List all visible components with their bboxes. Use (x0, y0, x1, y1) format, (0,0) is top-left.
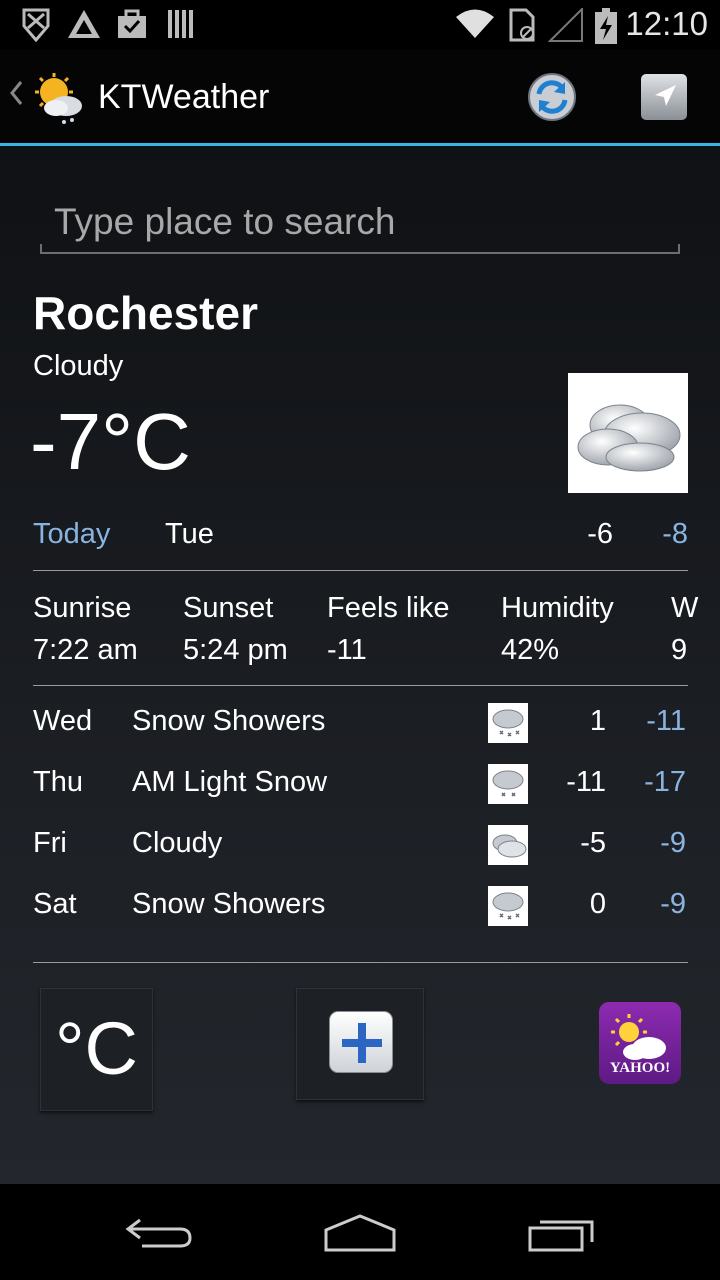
sunrise: Sunrise 7:22 am (33, 592, 138, 667)
content: Rochester Cloudy -7°C Today Tue -6 (0, 146, 720, 1184)
divider (33, 685, 688, 686)
action-bar: KTWeather (0, 50, 720, 146)
locate-button[interactable] (641, 74, 687, 120)
briefcase-check-icon (118, 9, 146, 38)
humidity-value: 42% (501, 634, 560, 666)
forecast-description: Snow Showers (132, 888, 326, 920)
forecast-row[interactable]: Wed Snow Showers 1 -11 (33, 701, 688, 762)
barcode-icon (168, 10, 193, 38)
forecast-description: Snow Showers (132, 705, 326, 737)
current-condition: Cloudy (33, 350, 124, 382)
forecast-description: AM Light Snow (132, 766, 328, 798)
wind-label: W (671, 592, 699, 624)
sunset-value: 5:24 pm (183, 634, 288, 666)
wifi-icon (456, 9, 494, 38)
humidity: Humidity 42% (501, 592, 614, 667)
forecast-row[interactable]: Fri Cloudy -5 -9 (33, 823, 688, 884)
add-location-button[interactable] (296, 988, 424, 1100)
screen: 12:10 KTWeather Type place to search Roc… (0, 0, 720, 1280)
sunrise-value: 7:22 am (33, 634, 138, 666)
unit-toggle-button[interactable]: °C (40, 988, 153, 1111)
forecast-day: Sat (33, 888, 77, 920)
yahoo-label: YAHOO! (609, 1060, 671, 1076)
current-temperature: -7°C (30, 397, 191, 486)
wind-value: 9 (671, 634, 688, 666)
app-title: KTWeather (98, 78, 270, 116)
status-bar: 12:10 (0, 0, 720, 50)
plus-icon (329, 1011, 393, 1073)
battery-charging-icon (595, 8, 617, 44)
forecast-day: Thu (33, 766, 83, 798)
forecast-low: -17 (644, 766, 686, 798)
drive-icon (68, 10, 100, 38)
cloudy-image (568, 373, 688, 493)
divider (33, 570, 688, 571)
forecast-high: -5 (580, 827, 606, 859)
forecast-low: -9 (660, 888, 686, 920)
forecast-row[interactable]: Sat Snow Showers 0 -9 (33, 884, 688, 945)
feels-like: Feels like -11 (327, 592, 450, 667)
today-day: Tue (165, 518, 214, 550)
wind: W 9 (671, 592, 698, 667)
signal-icon (548, 8, 583, 42)
snow-showers-icon (488, 703, 528, 743)
forecast-list: Wed Snow Showers 1 -11 Thu AM Light Snow… (33, 701, 688, 945)
forecast-low: -11 (646, 705, 686, 737)
forecast-row[interactable]: Thu AM Light Snow -11 -17 (33, 762, 688, 823)
today-row: Today Tue -6 -8 (33, 518, 688, 558)
forecast-high: 0 (589, 888, 606, 920)
today-high: -6 (587, 518, 613, 550)
up-caret-icon[interactable] (8, 80, 24, 106)
city-name: Rochester (33, 287, 258, 339)
forecast-high: 1 (589, 705, 606, 737)
no-sim-icon (509, 8, 535, 42)
recent-apps-icon[interactable] (526, 1212, 598, 1254)
light-snow-icon (488, 764, 528, 804)
forecast-low: -9 (660, 827, 686, 859)
refresh-icon[interactable] (527, 72, 577, 122)
forecast-high: -11 (566, 766, 606, 798)
forecast-description: Cloudy (132, 827, 223, 859)
details-row: Sunrise 7:22 am Sunset 5:24 pm Feels lik… (33, 592, 720, 672)
cloudy-icon (488, 825, 528, 865)
sunset: Sunset 5:24 pm (183, 592, 288, 667)
navigation-bar (0, 1184, 720, 1280)
snow-showers-icon (488, 886, 528, 926)
divider (33, 962, 688, 963)
search-field[interactable] (40, 196, 680, 254)
app-logo-icon[interactable] (32, 72, 86, 126)
humidity-label: Humidity (501, 592, 614, 624)
cloudy-icon (577, 404, 681, 472)
yahoo-weather-button[interactable]: YAHOO! (599, 1002, 681, 1084)
search-input[interactable] (54, 196, 654, 248)
today-label: Today (33, 518, 111, 550)
clock: 12:10 (625, 5, 708, 42)
back-icon[interactable] (124, 1212, 196, 1252)
feels-like-label: Feels like (327, 592, 450, 624)
notification-icon (22, 8, 50, 42)
sunset-label: Sunset (183, 592, 274, 624)
forecast-day: Fri (33, 827, 67, 859)
home-icon[interactable] (322, 1212, 398, 1254)
feels-like-value: -11 (327, 634, 367, 666)
today-low: -8 (662, 518, 688, 550)
plus-glyph (342, 1023, 382, 1063)
sunrise-label: Sunrise (33, 592, 132, 624)
location-arrow-icon (655, 85, 676, 106)
forecast-day: Wed (33, 705, 93, 737)
